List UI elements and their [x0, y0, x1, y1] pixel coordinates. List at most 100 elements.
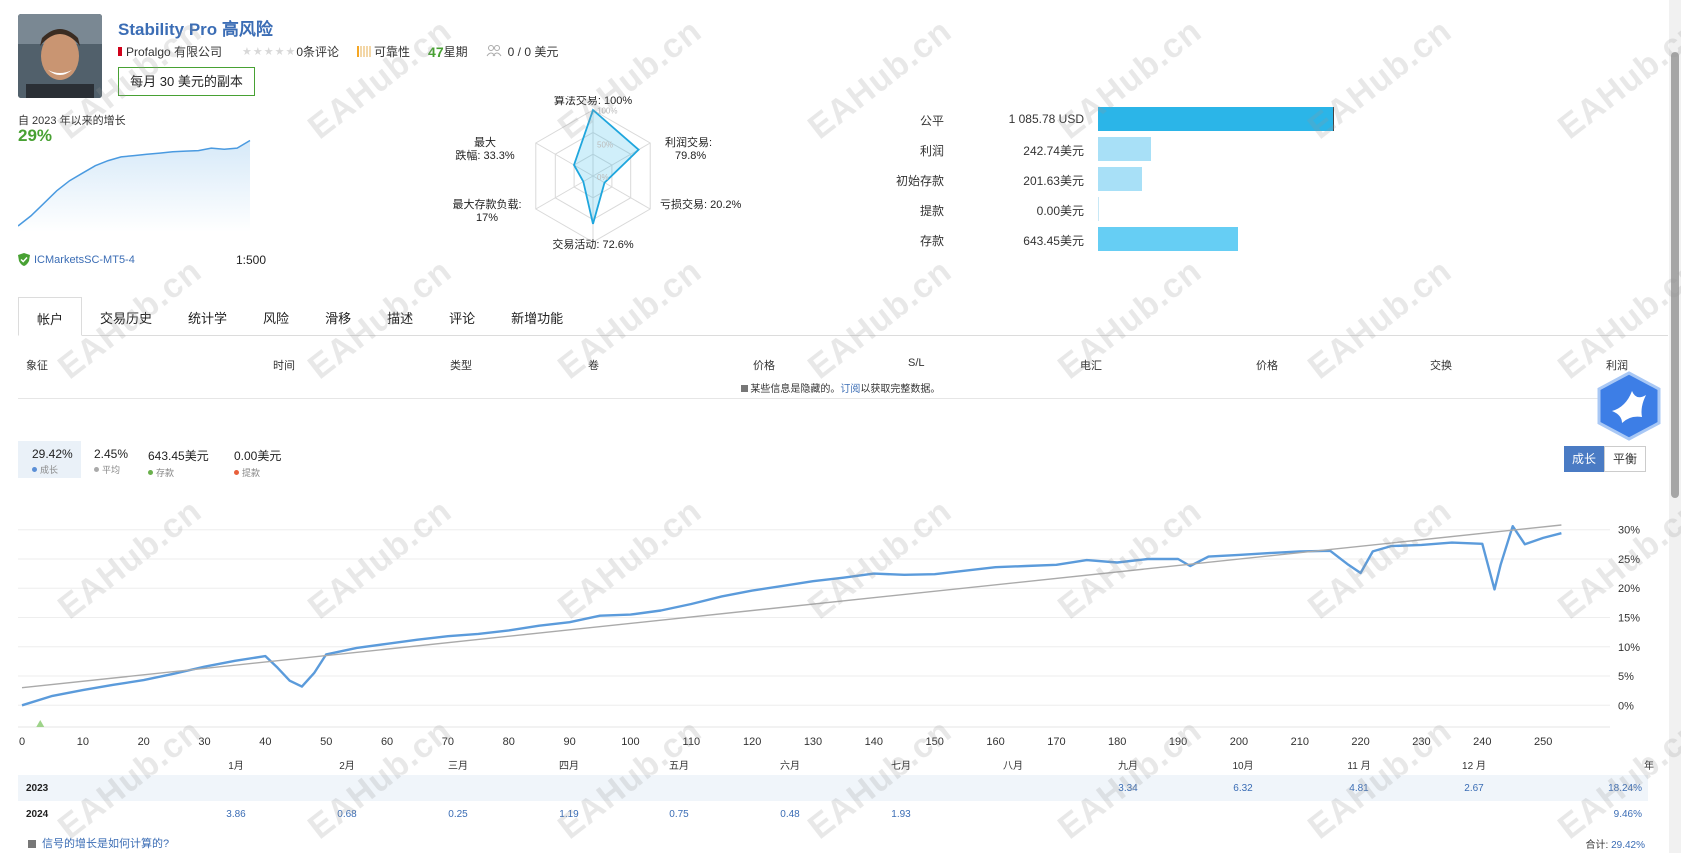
month-value[interactable]: 6.32: [1233, 783, 1252, 794]
growth-calc-text[interactable]: 信号的增长是如何计算的?: [42, 838, 169, 850]
radar-value-shape: [573, 108, 640, 225]
x-tick-label: 240: [1473, 736, 1491, 748]
x-tick-label: 0: [19, 736, 25, 748]
hidden-note-text: 某些信息是隐藏的。: [750, 384, 841, 395]
column-header: 电汇: [1080, 360, 1102, 372]
radar-grid-label: 0%: [597, 173, 609, 182]
total-value: 29.42%: [1611, 840, 1645, 851]
signal-tabs: 帐户 交易历史 统计学 风险 滑移 描述 评论 新增功能: [18, 297, 1668, 336]
hidden-note-tail: 以获取完整数据。: [860, 384, 941, 395]
column-header: 象征: [26, 360, 48, 372]
mini-growth-chart: [18, 139, 251, 232]
balance-row: 提款 0.00美元: [920, 195, 1650, 223]
x-tick-label: 80: [503, 736, 515, 748]
x-tick-label: 120: [743, 736, 761, 748]
balance-label: 存款: [919, 234, 944, 248]
month-value[interactable]: 2.67: [1464, 783, 1483, 794]
y-tick-label: 15%: [1618, 613, 1640, 625]
signal-meta-row: Profalgo 有限公司 ★★★★★ 0条评论 可靠性 47 星期 0 / 0…: [118, 43, 558, 60]
author-name[interactable]: Profalgo 有限公司: [126, 43, 222, 60]
balance-bar: [1098, 227, 1238, 251]
month-header: 七月: [891, 761, 911, 772]
tab-4[interactable]: 滑移: [307, 297, 369, 336]
tab-5[interactable]: 描述: [369, 297, 431, 336]
info-square-icon: [740, 385, 748, 392]
subscribe-link[interactable]: 订阅: [840, 384, 860, 395]
y-tick-label: 5%: [1618, 671, 1634, 683]
broker-info[interactable]: ICMarketsSC-MT5-4: [18, 253, 135, 266]
x-tick-label: 30: [198, 736, 210, 748]
weeks-count: 47: [428, 43, 444, 60]
tab-3[interactable]: 风险: [245, 297, 307, 336]
month-header: 10月: [1232, 761, 1254, 772]
month-value[interactable]: 4.81: [1349, 783, 1368, 794]
year-label: 2024: [26, 809, 49, 820]
y-tick-label: 25%: [1618, 554, 1640, 566]
balance-label: 提款: [919, 204, 944, 218]
total-growth: 合计: 29.42%: [1586, 836, 1645, 851]
stat-box[interactable]: 643.45美元 存款: [140, 441, 217, 478]
stat-value: 29.42%: [32, 447, 73, 461]
total-label: 合计:: [1585, 840, 1609, 851]
radar-label-deposit-load: 最大存款负载:: [452, 197, 521, 211]
y-tick-label: 20%: [1618, 583, 1640, 595]
year-total: 9.46%: [1613, 809, 1642, 820]
radar-grid-label: 100%: [597, 106, 617, 115]
reviews-count[interactable]: 0条评论: [296, 43, 339, 60]
month-header: 三月: [448, 761, 468, 772]
stat-box[interactable]: 0.00美元 提款: [226, 441, 289, 478]
month-header: 四月: [559, 761, 579, 772]
stat-dot-icon: [148, 470, 153, 475]
month-value[interactable]: 0.48: [780, 809, 799, 820]
stat-label-text: 提款: [242, 468, 261, 478]
copy-subscription-button[interactable]: 每月 30 美元的副本: [118, 67, 255, 96]
stat-dot-icon: [32, 467, 37, 472]
month-value[interactable]: 0.25: [448, 809, 467, 820]
balance-row: 公平 1 085.78 USD: [920, 105, 1650, 133]
month-value[interactable]: 0.75: [669, 809, 688, 820]
radar-chart: 100% 50% 0% 算法交易: 100% 利润交易:79.8% 亏损交易: 20.2%…: [452, 96, 741, 251]
tab-7[interactable]: 新增功能: [493, 297, 581, 336]
scrollbar-thumb[interactable]: [1671, 52, 1679, 498]
column-header: 类型: [450, 360, 472, 372]
deposit-marker-icon: [36, 720, 45, 727]
stat-label-text: 成长: [40, 465, 59, 475]
tab-6[interactable]: 评论: [431, 297, 493, 336]
trades-table-header: 象征 时间 类型卷价格 S/L 电汇 价格 交换 利润: [18, 357, 1648, 372]
growth-calc-link[interactable]: 信号的增长是如何计算的?: [28, 835, 169, 851]
x-tick-label: 180: [1108, 736, 1126, 748]
y-tick-label: 30%: [1618, 525, 1640, 537]
stat-label: 平均: [94, 463, 128, 476]
author-avatar[interactable]: [18, 14, 102, 98]
stat-box[interactable]: 29.42% 成长: [18, 441, 81, 478]
year-row: 2023 3.34 6.32 4.81 2.67 18.24%: [18, 775, 1648, 801]
tab-0[interactable]: 帐户: [18, 297, 83, 336]
balance-toggle[interactable]: 平衡: [1604, 446, 1646, 472]
trend-line: [21, 524, 1562, 689]
month-value[interactable]: 1.19: [559, 809, 578, 820]
bird-badge-icon[interactable]: [1596, 371, 1662, 441]
tab-1[interactable]: 交易历史: [82, 297, 170, 336]
month-value[interactable]: 3.86: [226, 809, 245, 820]
stat-label: 提款: [234, 466, 281, 479]
month-value[interactable]: 3.34: [1118, 783, 1137, 794]
growth-toggle[interactable]: 成长: [1564, 446, 1604, 472]
stat-box[interactable]: 2.45% 平均: [86, 441, 136, 478]
tab-2[interactable]: 统计学: [170, 297, 245, 336]
subscribers-value: 0 / 0 美元: [507, 45, 559, 59]
month-value[interactable]: 0.68: [337, 809, 356, 820]
month-header: 年: [1644, 761, 1654, 772]
signal-title[interactable]: Stability Pro 高风险: [118, 15, 273, 40]
month-header: 12 月: [1462, 761, 1486, 772]
month-value[interactable]: 1.93: [891, 809, 910, 820]
month-header: 2月: [339, 761, 355, 772]
stat-dot-icon: [234, 470, 239, 475]
radar-label-profit: 利润交易:: [665, 135, 712, 149]
column-header: 卷: [588, 360, 599, 372]
reliability-icon: [357, 46, 372, 57]
stat-label: 存款: [148, 466, 209, 479]
balance-label: 利润: [919, 144, 944, 158]
broker-server[interactable]: ICMarketsSC-MT5-4: [34, 254, 135, 266]
column-header: 价格: [1256, 360, 1278, 372]
x-tick-label: 200: [1230, 736, 1248, 748]
